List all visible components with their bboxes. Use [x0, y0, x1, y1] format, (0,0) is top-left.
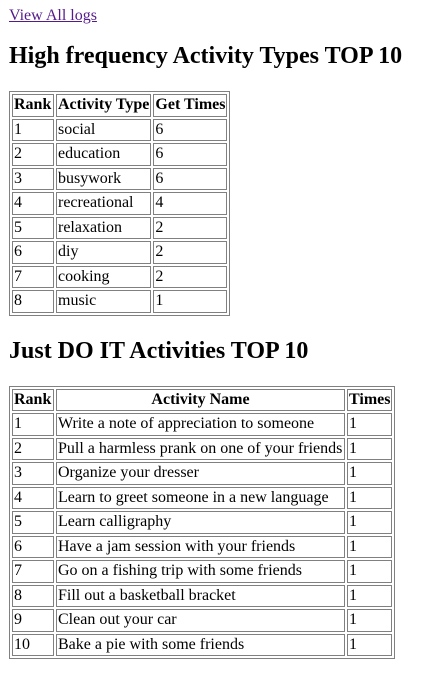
- column-header-get-times: Get Times: [153, 94, 228, 117]
- activity-types-heading: High frequency Activity Types TOP 10: [9, 43, 403, 69]
- rank-cell: 2: [12, 143, 54, 166]
- table-row: 7 cooking 2: [12, 265, 228, 288]
- activities-table: Rank Activity Name Times 1 Write a note o…: [9, 385, 396, 659]
- activity-type-cell: busywork: [56, 167, 152, 190]
- times-cell: 1: [347, 560, 393, 583]
- times-cell: 1: [347, 437, 393, 460]
- get-times-cell: 2: [153, 216, 228, 239]
- page: View All logs High frequency Activity Ty…: [0, 0, 433, 659]
- rank-cell: 7: [12, 560, 54, 583]
- table-row: 4 Learn to greet someone in a new languag…: [12, 486, 393, 509]
- table-row: 5 relaxation 2: [12, 216, 228, 239]
- get-times-cell: 2: [153, 265, 228, 288]
- get-times-cell: 4: [153, 192, 228, 215]
- table-row: 9 Clean out your car 1: [12, 609, 393, 632]
- table-row: 8 music 1: [12, 290, 228, 313]
- rank-cell: 8: [12, 584, 54, 607]
- activity-type-cell: social: [56, 118, 152, 141]
- activity-name-cell: Learn to greet someone in a new language: [56, 486, 345, 509]
- column-header-activity-type: Activity Type: [56, 94, 152, 117]
- activity-type-cell: music: [56, 290, 152, 313]
- table-row: 1 social 6: [12, 118, 228, 141]
- rank-cell: 3: [12, 167, 54, 190]
- rank-cell: 2: [12, 437, 54, 460]
- table-row: 1 Write a note of appreciation to someone…: [12, 413, 393, 436]
- rank-cell: 5: [12, 511, 54, 534]
- rank-cell: 1: [12, 118, 54, 141]
- activity-types-table: Rank Activity Type Get Times 1 social 6 2 ed…: [9, 91, 231, 316]
- column-header-activity-name: Activity Name: [56, 388, 345, 411]
- column-header-times: Times: [347, 388, 393, 411]
- activities-heading: Just DO IT Activities TOP 10: [9, 337, 309, 364]
- table-row: 2 education 6: [12, 143, 228, 166]
- times-cell: 1: [347, 609, 393, 632]
- table-header-row: Rank Activity Name Times: [12, 388, 393, 411]
- column-header-rank: Rank: [12, 388, 54, 411]
- activity-name-cell: Go on a fishing trip with some friends: [56, 560, 345, 583]
- activity-name-cell: Bake a pie with some friends: [56, 633, 345, 656]
- activity-name-cell: Fill out a basketball bracket: [56, 584, 345, 607]
- view-all-logs-link[interactable]: View All logs: [9, 6, 97, 26]
- table-row: 4 recreational 4: [12, 192, 228, 215]
- table-header-row: Rank Activity Type Get Times: [12, 94, 228, 117]
- activity-name-cell: Organize your dresser: [56, 462, 345, 485]
- get-times-cell: 2: [153, 241, 228, 264]
- rank-cell: 6: [12, 535, 54, 558]
- rank-cell: 10: [12, 633, 54, 656]
- table-row: 7 Go on a fishing trip with some friends 1: [12, 560, 393, 583]
- activity-type-cell: cooking: [56, 265, 152, 288]
- table-row: 3 busywork 6: [12, 167, 228, 190]
- activity-type-cell: recreational: [56, 192, 152, 215]
- times-cell: 1: [347, 535, 393, 558]
- rank-cell: 8: [12, 290, 54, 313]
- rank-cell: 7: [12, 265, 54, 288]
- rank-cell: 4: [12, 192, 54, 215]
- get-times-cell: 6: [153, 167, 228, 190]
- activity-type-cell: diy: [56, 241, 152, 264]
- rank-cell: 3: [12, 462, 54, 485]
- activity-name-cell: Write a note of appreciation to someone: [56, 413, 345, 436]
- times-cell: 1: [347, 413, 393, 436]
- times-cell: 1: [347, 511, 393, 534]
- activity-name-cell: Learn calligraphy: [56, 511, 345, 534]
- table-row: 8 Fill out a basketball bracket 1: [12, 584, 393, 607]
- table-row: 5 Learn calligraphy 1: [12, 511, 393, 534]
- table-row: 6 diy 2: [12, 241, 228, 264]
- get-times-cell: 6: [153, 118, 228, 141]
- activity-type-cell: education: [56, 143, 152, 166]
- times-cell: 1: [347, 633, 393, 656]
- table-row: 3 Organize your dresser 1: [12, 462, 393, 485]
- rank-cell: 1: [12, 413, 54, 436]
- activity-type-cell: relaxation: [56, 216, 152, 239]
- times-cell: 1: [347, 462, 393, 485]
- activity-name-cell: Have a jam session with your friends: [56, 535, 345, 558]
- rank-cell: 5: [12, 216, 54, 239]
- activity-name-cell: Pull a harmless prank on one of your fri…: [56, 437, 345, 460]
- rank-cell: 4: [12, 486, 54, 509]
- table-row: 6 Have a jam session with your friends 1: [12, 535, 393, 558]
- times-cell: 1: [347, 584, 393, 607]
- column-header-rank: Rank: [12, 94, 54, 117]
- get-times-cell: 6: [153, 143, 228, 166]
- get-times-cell: 1: [153, 290, 228, 313]
- activities-body: 1 Write a note of appreciation to someone…: [12, 413, 393, 656]
- rank-cell: 9: [12, 609, 54, 632]
- table-row: 2 Pull a harmless prank on one of your fr…: [12, 437, 393, 460]
- rank-cell: 6: [12, 241, 54, 264]
- activity-types-body: 1 social 6 2 education 6 3 busywork 6 4 recreation…: [12, 118, 228, 313]
- times-cell: 1: [347, 486, 393, 509]
- table-row: 10 Bake a pie with some friends 1: [12, 633, 393, 656]
- activity-name-cell: Clean out your car: [56, 609, 345, 632]
